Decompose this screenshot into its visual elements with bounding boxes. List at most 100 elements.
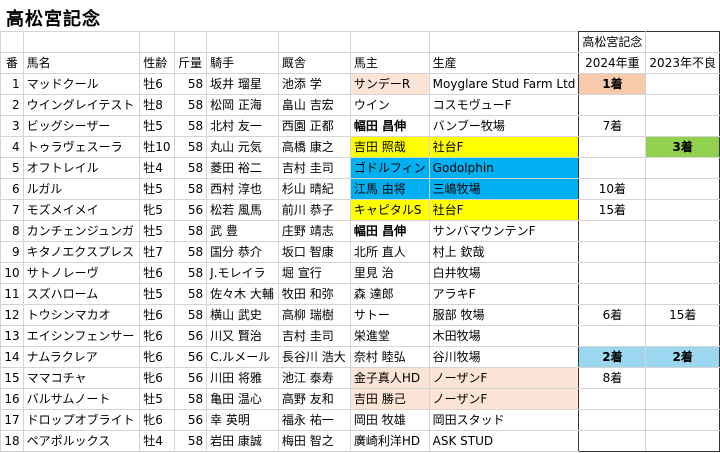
result-2024-cell[interactable] <box>578 157 647 179</box>
sex-age-cell[interactable]: 牡5 <box>139 388 176 410</box>
header-2024[interactable]: 2024年重 <box>578 52 647 74</box>
horse-name-cell[interactable]: キタノエクスプレス <box>22 241 141 263</box>
weight-cell[interactable]: 56 <box>174 325 208 347</box>
row-number-cell[interactable]: 2 <box>0 94 24 116</box>
breeder-cell[interactable]: 谷川牧場 <box>428 346 580 368</box>
trainer-cell[interactable]: 坂口 智康 <box>277 241 351 263</box>
result-2023-cell[interactable] <box>645 388 720 410</box>
owner-cell[interactable]: 岡田 牧雄 <box>349 409 430 431</box>
result-2023-cell[interactable] <box>645 430 720 452</box>
weight-cell[interactable]: 58 <box>174 136 208 158</box>
breeder-cell[interactable]: 木田牧場 <box>428 325 580 347</box>
result-2024-cell[interactable]: 8着 <box>578 367 647 389</box>
jockey-cell[interactable]: 丸山 元気 <box>206 136 279 158</box>
breeder-cell[interactable]: ノーザンF <box>428 388 580 410</box>
cell[interactable] <box>277 31 351 53</box>
result-2024-cell[interactable] <box>578 409 647 431</box>
group-header-cell[interactable]: 高松宮記念 <box>578 31 647 53</box>
header-owner[interactable]: 馬主 <box>349 52 430 74</box>
breeder-cell[interactable]: 服部 牧場 <box>428 304 580 326</box>
row-number-cell[interactable]: 6 <box>0 178 24 200</box>
header-weight[interactable]: 斤量 <box>174 52 208 74</box>
trainer-cell[interactable]: 梅田 智之 <box>277 430 351 452</box>
trainer-cell[interactable]: 杉山 晴紀 <box>277 178 351 200</box>
result-2023-cell[interactable] <box>645 262 720 284</box>
trainer-cell[interactable]: 西園 正都 <box>277 115 351 137</box>
jockey-cell[interactable]: 川田 将雅 <box>206 367 279 389</box>
jockey-cell[interactable]: C.ルメール <box>206 346 279 368</box>
weight-cell[interactable]: 58 <box>174 94 208 116</box>
breeder-cell[interactable]: バンブー牧場 <box>428 115 580 137</box>
trainer-cell[interactable]: 高野 友和 <box>277 388 351 410</box>
cell[interactable] <box>0 31 24 53</box>
sex-age-cell[interactable]: 牡5 <box>139 220 176 242</box>
jockey-cell[interactable]: 亀田 温心 <box>206 388 279 410</box>
row-number-cell[interactable]: 3 <box>0 115 24 137</box>
breeder-cell[interactable]: アラキF <box>428 283 580 305</box>
result-2024-cell[interactable] <box>578 220 647 242</box>
jockey-cell[interactable]: 横山 武史 <box>206 304 279 326</box>
result-2023-cell[interactable] <box>645 73 720 95</box>
weight-cell[interactable]: 56 <box>174 409 208 431</box>
weight-cell[interactable]: 58 <box>174 115 208 137</box>
sex-age-cell[interactable]: 牡7 <box>139 241 176 263</box>
owner-cell[interactable]: 里見 治 <box>349 262 430 284</box>
sex-age-cell[interactable]: 牝5 <box>139 199 176 221</box>
weight-cell[interactable]: 58 <box>174 157 208 179</box>
breeder-cell[interactable]: 白井牧場 <box>428 262 580 284</box>
header-jockey[interactable]: 騎手 <box>206 52 279 74</box>
sex-age-cell[interactable]: 牡6 <box>139 304 176 326</box>
weight-cell[interactable]: 58 <box>174 262 208 284</box>
header-2023[interactable]: 2023年不良 <box>645 52 720 74</box>
result-2023-cell[interactable] <box>645 241 720 263</box>
result-2023-cell[interactable] <box>645 157 720 179</box>
cell[interactable] <box>645 31 720 53</box>
sex-age-cell[interactable]: 牝6 <box>139 346 176 368</box>
horse-name-cell[interactable]: ビッグシーザー <box>22 115 141 137</box>
trainer-cell[interactable]: 前川 恭子 <box>277 199 351 221</box>
sex-age-cell[interactable]: 牝6 <box>139 325 176 347</box>
row-number-cell[interactable]: 8 <box>0 220 24 242</box>
owner-cell[interactable]: 吉田 勝己 <box>349 388 430 410</box>
row-number-cell[interactable]: 12 <box>0 304 24 326</box>
weight-cell[interactable]: 58 <box>174 178 208 200</box>
horse-name-cell[interactable]: ナムラクレア <box>22 346 141 368</box>
row-number-cell[interactable]: 16 <box>0 388 24 410</box>
horse-name-cell[interactable]: サトノレーヴ <box>22 262 141 284</box>
result-2024-cell[interactable] <box>578 430 647 452</box>
owner-cell[interactable]: 幅田 昌伸 <box>349 115 430 137</box>
owner-cell[interactable]: ウイン <box>349 94 430 116</box>
cell[interactable] <box>349 31 430 53</box>
header-breeder[interactable]: 生産 <box>428 52 580 74</box>
horse-name-cell[interactable]: モズメイメイ <box>22 199 141 221</box>
result-2024-cell[interactable] <box>578 325 647 347</box>
trainer-cell[interactable]: 池江 泰寿 <box>277 367 351 389</box>
row-number-cell[interactable]: 7 <box>0 199 24 221</box>
result-2023-cell[interactable] <box>645 94 720 116</box>
jockey-cell[interactable]: 岩田 康誠 <box>206 430 279 452</box>
owner-cell[interactable]: 吉田 照哉 <box>349 136 430 158</box>
horse-name-cell[interactable]: エイシンフェンサー <box>22 325 141 347</box>
jockey-cell[interactable]: 川又 賢治 <box>206 325 279 347</box>
horse-name-cell[interactable]: ママコチャ <box>22 367 141 389</box>
breeder-cell[interactable]: ノーザンF <box>428 367 580 389</box>
breeder-cell[interactable]: Moyglare Stud Farm Ltd <box>428 73 580 95</box>
jockey-cell[interactable]: 松若 風馬 <box>206 199 279 221</box>
owner-cell[interactable]: 江馬 由将 <box>349 178 430 200</box>
header-no[interactable]: 番 <box>0 52 24 74</box>
cell[interactable] <box>428 31 580 53</box>
owner-cell[interactable]: サンデーR <box>349 73 430 95</box>
owner-cell[interactable]: 北所 直人 <box>349 241 430 263</box>
result-2024-cell[interactable]: 15着 <box>578 199 647 221</box>
result-2024-cell[interactable] <box>578 136 647 158</box>
breeder-cell[interactable]: サンバマウンテンF <box>428 220 580 242</box>
weight-cell[interactable]: 58 <box>174 388 208 410</box>
trainer-cell[interactable]: 吉村 圭司 <box>277 325 351 347</box>
weight-cell[interactable]: 58 <box>174 73 208 95</box>
row-number-cell[interactable]: 13 <box>0 325 24 347</box>
result-2024-cell[interactable] <box>578 262 647 284</box>
row-number-cell[interactable]: 4 <box>0 136 24 158</box>
trainer-cell[interactable]: 庄野 靖志 <box>277 220 351 242</box>
trainer-cell[interactable]: 畠山 吉宏 <box>277 94 351 116</box>
result-2023-cell[interactable] <box>645 178 720 200</box>
